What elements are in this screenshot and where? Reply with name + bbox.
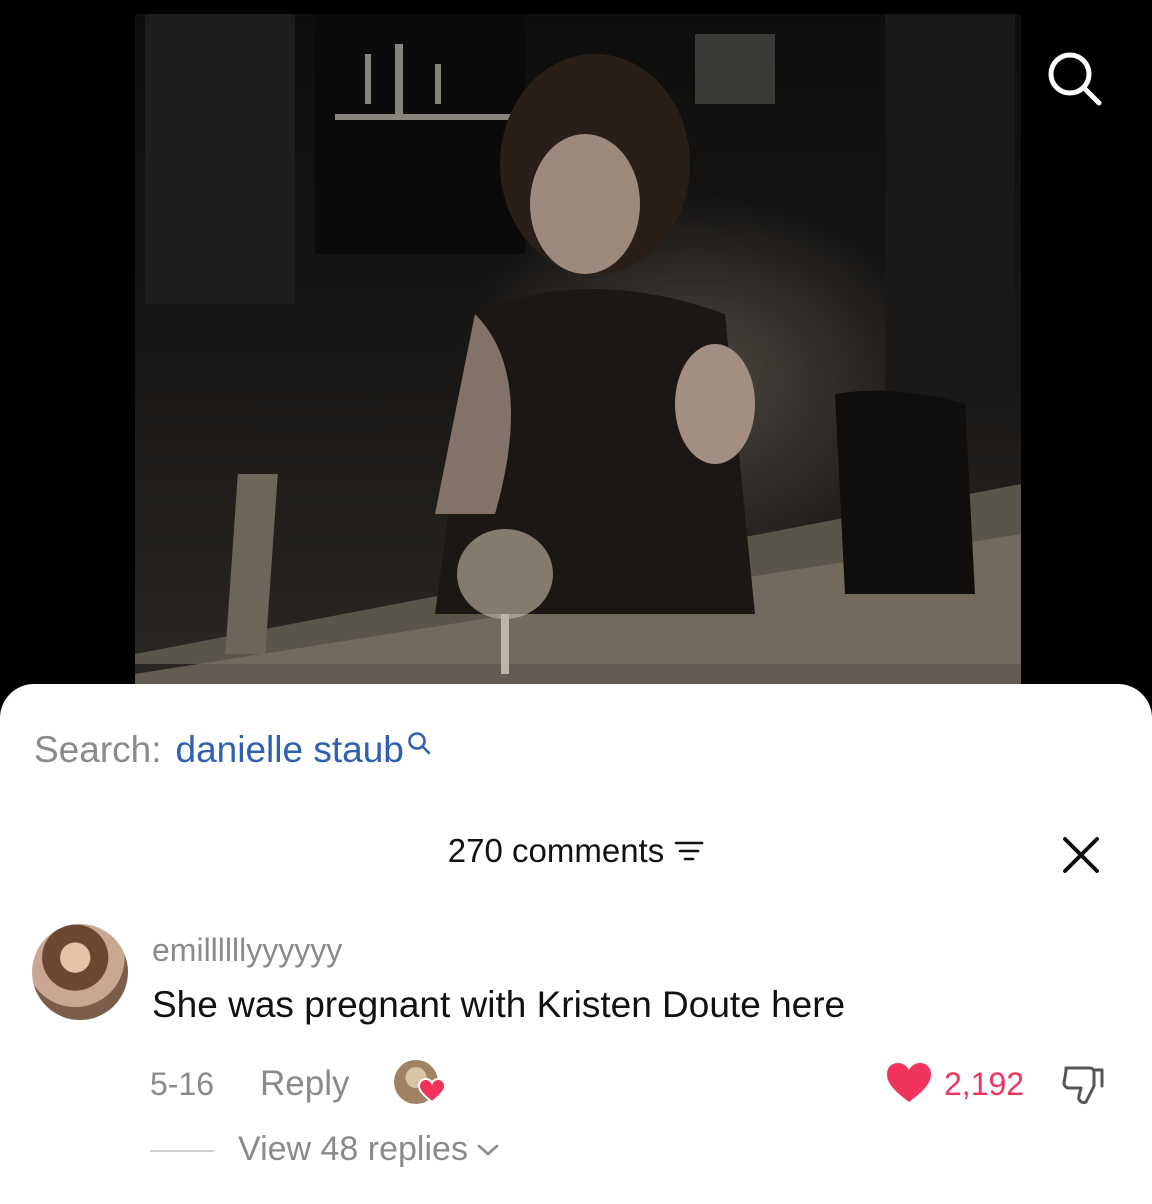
video-frame — [135, 14, 1021, 684]
search-label: Search: — [34, 729, 162, 770]
replies-divider — [150, 1150, 214, 1152]
reply-button[interactable]: Reply — [260, 1064, 349, 1104]
comment-username[interactable]: emillllllyyyyyy — [152, 932, 342, 969]
search-suggestion[interactable]: Search: danielle staub — [34, 726, 432, 774]
like-count: 2,192 — [944, 1066, 1025, 1102]
video-player[interactable] — [0, 0, 1152, 720]
comments-count: 270 comments — [447, 832, 665, 869]
search-icon — [406, 730, 432, 756]
close-icon — [1063, 837, 1099, 873]
replies-row: View 48 replies — [150, 1128, 750, 1172]
creator-heart-icon — [418, 1078, 446, 1104]
comment-text: She was pregnant with Kristen Doute here — [152, 984, 846, 1025]
like-heart-icon[interactable] — [886, 1062, 932, 1104]
avatar[interactable] — [32, 924, 128, 1020]
dislike-icon[interactable] — [1060, 1062, 1104, 1106]
comments-header: 270 comments — [0, 829, 1152, 873]
filter-icon[interactable] — [674, 839, 704, 863]
search-button[interactable] — [1040, 44, 1110, 114]
close-button[interactable] — [1054, 828, 1108, 882]
comment-meta: 5-16 Reply 2,192 — [150, 1060, 1130, 1106]
comments-sheet: Search: danielle staub 270 comments emil… — [0, 684, 1152, 1204]
search-query-link[interactable]: danielle staub — [176, 729, 404, 771]
video-still — [135, 14, 1021, 684]
chevron-down-icon — [476, 1142, 500, 1158]
view-replies-button[interactable]: View 48 replies — [238, 1130, 500, 1169]
search-icon — [1048, 52, 1102, 106]
comment-date: 5-16 — [150, 1066, 215, 1102]
view-replies-label: View 48 replies — [238, 1130, 468, 1168]
